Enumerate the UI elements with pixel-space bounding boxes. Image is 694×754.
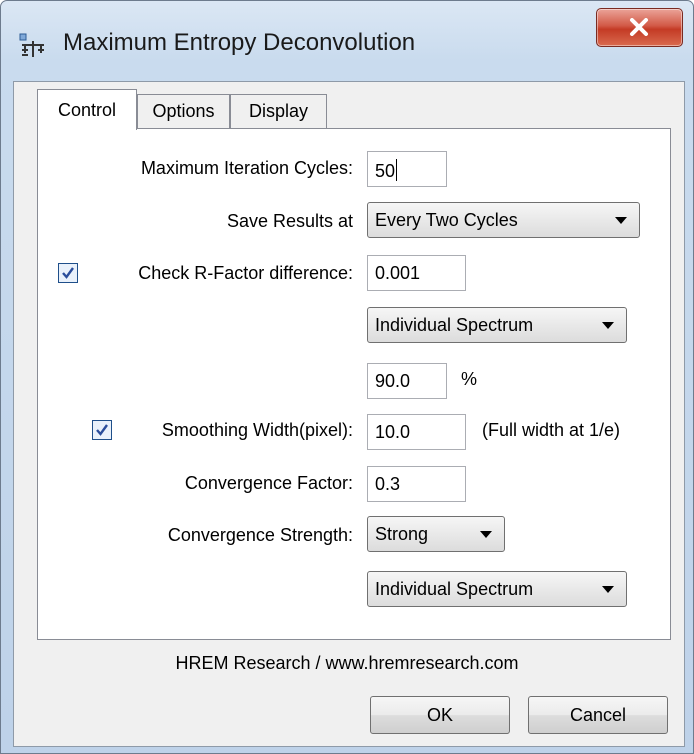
chevron-down-icon [615, 217, 627, 224]
convergence-strength-label: Convergence Strength: [167, 525, 353, 545]
smoothing-label[interactable]: Smoothing Width(pixel): [162, 420, 353, 441]
max-iteration-input[interactable]: 50 [367, 151, 447, 187]
chevron-down-icon [602, 586, 614, 593]
save-results-select[interactable]: Every Two Cycles [367, 202, 640, 238]
max-iteration-value: 50 [375, 161, 396, 181]
rfactor-scope-select[interactable]: Individual Spectrum [367, 307, 627, 343]
window-title: Maximum Entropy Deconvolution [63, 29, 416, 56]
convergence-factor-input[interactable]: 0.3 [367, 466, 466, 502]
percent-input[interactable]: 90.0 [367, 363, 447, 399]
close-button[interactable] [596, 8, 683, 47]
percent-unit: % [461, 369, 478, 389]
convergence-factor-label: Convergence Factor: [184, 473, 353, 493]
rfactor-checkbox[interactable] [58, 263, 78, 283]
smoothing-input[interactable]: 10.0 [367, 414, 466, 450]
convergence-strength-select[interactable]: Strong [367, 516, 505, 552]
ok-button[interactable]: OK [370, 696, 510, 734]
credit-text: HREM Research / www.hremresearch.com [175, 653, 519, 673]
save-results-value: Every Two Cycles [375, 210, 518, 230]
convergence-scope-value: Individual Spectrum [375, 579, 534, 599]
rfactor-label[interactable]: Check R-Factor difference: [138, 263, 353, 284]
convergence-strength-value: Strong [375, 524, 429, 544]
tab-display[interactable]: Display [230, 94, 327, 128]
text-caret [396, 159, 398, 181]
smoothing-checkbox[interactable] [92, 420, 112, 440]
convergence-scope-select[interactable]: Individual Spectrum [367, 571, 627, 607]
chevron-down-icon [602, 322, 614, 329]
close-icon [630, 18, 648, 36]
max-iteration-label: Maximum Iteration Cycles: [140, 158, 353, 178]
smoothing-note: (Full width at 1/e) [482, 420, 621, 440]
checkmark-icon [62, 267, 74, 279]
rfactor-input[interactable]: 0.001 [367, 255, 466, 291]
tab-control[interactable]: Control [37, 89, 137, 130]
app-icon [19, 33, 44, 57]
rfactor-scope-value: Individual Spectrum [375, 315, 534, 335]
save-results-label: Save Results at [226, 211, 353, 231]
cancel-button[interactable]: Cancel [528, 696, 668, 734]
chevron-down-icon [480, 531, 492, 538]
checkmark-icon [96, 424, 108, 436]
tab-options[interactable]: Options [137, 94, 230, 128]
title-bar[interactable]: Maximum Entropy Deconvolution [1, 1, 693, 81]
